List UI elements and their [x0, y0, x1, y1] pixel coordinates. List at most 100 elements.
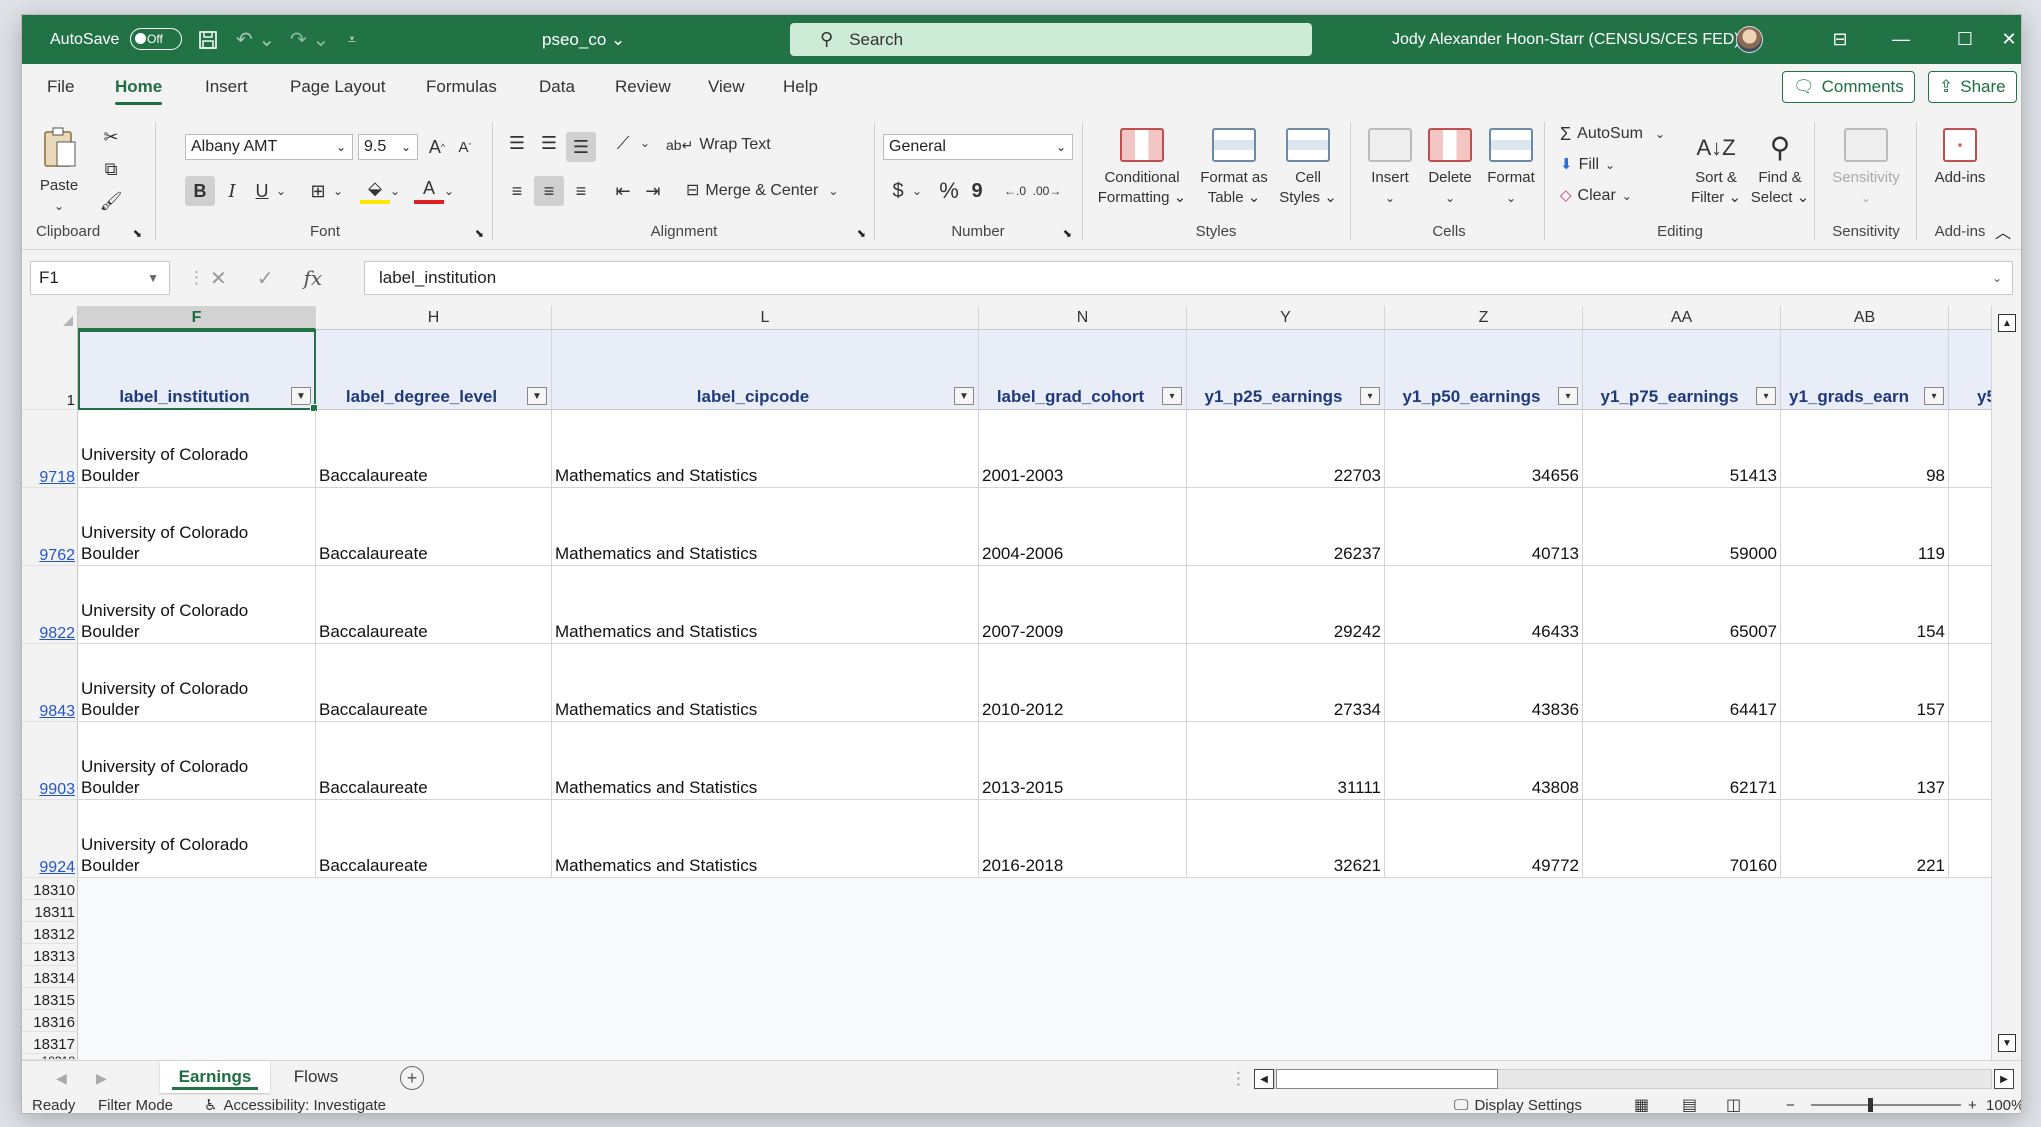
scroll-up-icon[interactable]: ▲ [1998, 314, 2016, 332]
cohort-cell[interactable]: 2001-2003 [979, 410, 1187, 488]
p25-cell[interactable]: 26237 [1187, 488, 1385, 566]
increase-font-icon[interactable]: A ^ [422, 132, 452, 162]
column-header-l[interactable]: L [552, 306, 979, 330]
cipcode-cell[interactable]: Mathematics and Statistics [552, 566, 979, 644]
user-name[interactable]: Jody Alexander Hoon-Starr (CENSUS/CES FE… [1392, 15, 1740, 64]
zoom-level[interactable]: 100% [1986, 1095, 2021, 1114]
p50-cell[interactable]: 43836 [1385, 644, 1583, 722]
insert-cells-button[interactable]: Insert ⌄ [1360, 128, 1420, 208]
accessibility-status[interactable]: ♿ Accessibility: Investigate [204, 1095, 386, 1114]
grads-cell[interactable]: 98 [1781, 410, 1949, 488]
row-header[interactable]: 18317 [22, 1032, 78, 1054]
align-bottom-icon[interactable]: ☰ [566, 132, 596, 162]
chevron-down-icon[interactable]: ⌄ [380, 176, 410, 206]
column-header-h[interactable]: H [316, 306, 552, 330]
zoom-out-icon[interactable]: − [1786, 1095, 1795, 1114]
merge-center-button[interactable]: ⊟ Merge & Center ⌄ [686, 181, 838, 201]
share-button[interactable]: ⇪ Share [1928, 71, 2017, 103]
institution-cell[interactable]: University of Colorado Boulder [78, 566, 316, 644]
row-header[interactable]: 1 [22, 330, 78, 410]
find-select-button[interactable]: ⚲ Find & Select ⌄ [1748, 128, 1812, 208]
page-layout-view-icon[interactable]: ▤ [1682, 1095, 1697, 1113]
column-header-aa[interactable]: AA [1583, 306, 1781, 330]
grads-cell[interactable]: 119 [1781, 488, 1949, 566]
p25-cell[interactable]: 29242 [1187, 566, 1385, 644]
p75-cell[interactable]: 70160 [1583, 800, 1781, 878]
p50-cell[interactable]: 46433 [1385, 566, 1583, 644]
scroll-down-icon[interactable]: ▼ [1998, 1034, 2016, 1052]
save-icon[interactable] [198, 15, 218, 64]
scroll-thumb[interactable] [1276, 1069, 1498, 1089]
cohort-cell[interactable]: 2010-2012 [979, 644, 1187, 722]
fill-button[interactable]: ⬇ Fill ⌄ [1560, 155, 1615, 175]
header-cell[interactable]: y1_p75_earnings ▾ [1583, 330, 1781, 410]
sensitivity-button[interactable]: Sensitivity ⌄ [1820, 128, 1912, 208]
undo-icon[interactable]: ↶ ⌄ [236, 15, 275, 64]
institution-cell[interactable]: University of Colorado Boulder [78, 800, 316, 878]
sheet-tab-flows[interactable]: Flows [274, 1061, 358, 1093]
degree-cell[interactable]: Baccalaureate [316, 644, 552, 722]
cipcode-cell[interactable]: Mathematics and Statistics [552, 800, 979, 878]
p75-cell[interactable]: 51413 [1583, 410, 1781, 488]
cipcode-cell[interactable]: Mathematics and Statistics [552, 410, 979, 488]
p25-cell[interactable]: 32621 [1187, 800, 1385, 878]
align-top-icon[interactable]: ☰ [502, 128, 532, 158]
addins-button[interactable]: Add-ins [1922, 128, 1998, 188]
cohort-cell[interactable]: 2004-2006 [979, 488, 1187, 566]
clipboard-launcher-icon[interactable]: ⬊ [133, 227, 142, 240]
filter-active-icon[interactable]: ▼ [954, 387, 974, 405]
tab-insert[interactable]: Insert [205, 64, 248, 110]
insert-function-icon[interactable]: fx [304, 266, 323, 290]
tab-home[interactable]: Home [115, 64, 163, 110]
zoom-slider[interactable] [1811, 1104, 1961, 1106]
display-settings-button[interactable]: 🖵 Display Settings [1454, 1095, 1582, 1114]
cohort-cell[interactable]: 2016-2018 [979, 800, 1187, 878]
font-family-select[interactable]: Albany AMT ⌄ [185, 134, 353, 160]
customize-qat-icon[interactable]: ⩡ [348, 15, 356, 64]
degree-cell[interactable]: Baccalaureate [316, 800, 552, 878]
format-cells-button[interactable]: Format ⌄ [1480, 128, 1542, 208]
cipcode-cell[interactable]: Mathematics and Statistics [552, 644, 979, 722]
scroll-left-icon[interactable]: ◀ [1254, 1069, 1274, 1089]
decrease-indent-icon[interactable]: ⇤ [608, 176, 638, 206]
prev-sheet-icon[interactable]: ◀ [56, 1061, 67, 1096]
increase-decimal-icon[interactable]: ←.0 [1000, 176, 1030, 206]
file-name-dropdown[interactable]: pseo_co ⌄ [542, 15, 625, 64]
zoom-slider-thumb[interactable] [1868, 1098, 1873, 1112]
scroll-right-icon[interactable]: ▶ [1994, 1069, 2014, 1089]
chevron-down-icon[interactable]: ⌄ [902, 176, 932, 206]
cut-icon[interactable]: ✂ [96, 122, 126, 152]
header-cell[interactable]: y1_p25_earnings ▾ [1187, 330, 1385, 410]
header-cell[interactable]: y1_p50_earnings ▾ [1385, 330, 1583, 410]
redo-icon[interactable]: ↷ ⌄ [290, 15, 329, 64]
italic-button[interactable]: I [217, 176, 247, 206]
filter-dropdown-icon[interactable]: ▾ [1924, 387, 1944, 405]
p25-cell[interactable]: 31111 [1187, 722, 1385, 800]
horizontal-scrollbar[interactable]: ◀ ▶ [1254, 1069, 2014, 1089]
tab-review[interactable]: Review [615, 64, 671, 110]
chevron-down-icon[interactable]: ⌄ [266, 176, 296, 206]
grads-cell[interactable]: 221 [1781, 800, 1949, 878]
tab-data[interactable]: Data [539, 64, 575, 110]
collapse-ribbon-icon[interactable]: ︿ [1995, 219, 2011, 243]
header-cell[interactable]: y1_grads_earn ▾ [1781, 330, 1949, 410]
cancel-icon[interactable]: ✕ [210, 266, 227, 291]
tab-view[interactable]: View [708, 64, 745, 110]
sheet-tab-earnings[interactable]: Earnings [160, 1061, 270, 1093]
format-painter-icon[interactable]: 🖌 [96, 186, 126, 216]
row-header[interactable]: 18312 [22, 922, 78, 944]
grads-cell[interactable]: 154 [1781, 566, 1949, 644]
tab-formulas[interactable]: Formulas [426, 64, 497, 110]
tab-help[interactable]: Help [783, 64, 818, 110]
decrease-font-icon[interactable]: Aˇ [450, 132, 480, 162]
p75-cell[interactable]: 62171 [1583, 722, 1781, 800]
normal-view-icon[interactable]: ▦ [1634, 1095, 1649, 1113]
filter-active-icon[interactable]: ▼ [527, 387, 547, 405]
add-sheet-icon[interactable]: + [400, 1066, 424, 1090]
zoom-in-icon[interactable]: + [1968, 1095, 1977, 1114]
p75-cell[interactable]: 64417 [1583, 644, 1781, 722]
degree-cell[interactable]: Baccalaureate [316, 410, 552, 488]
font-launcher-icon[interactable]: ⬊ [475, 227, 484, 240]
alignment-launcher-icon[interactable]: ⬊ [857, 227, 866, 240]
next-sheet-icon[interactable]: ▶ [96, 1061, 107, 1096]
